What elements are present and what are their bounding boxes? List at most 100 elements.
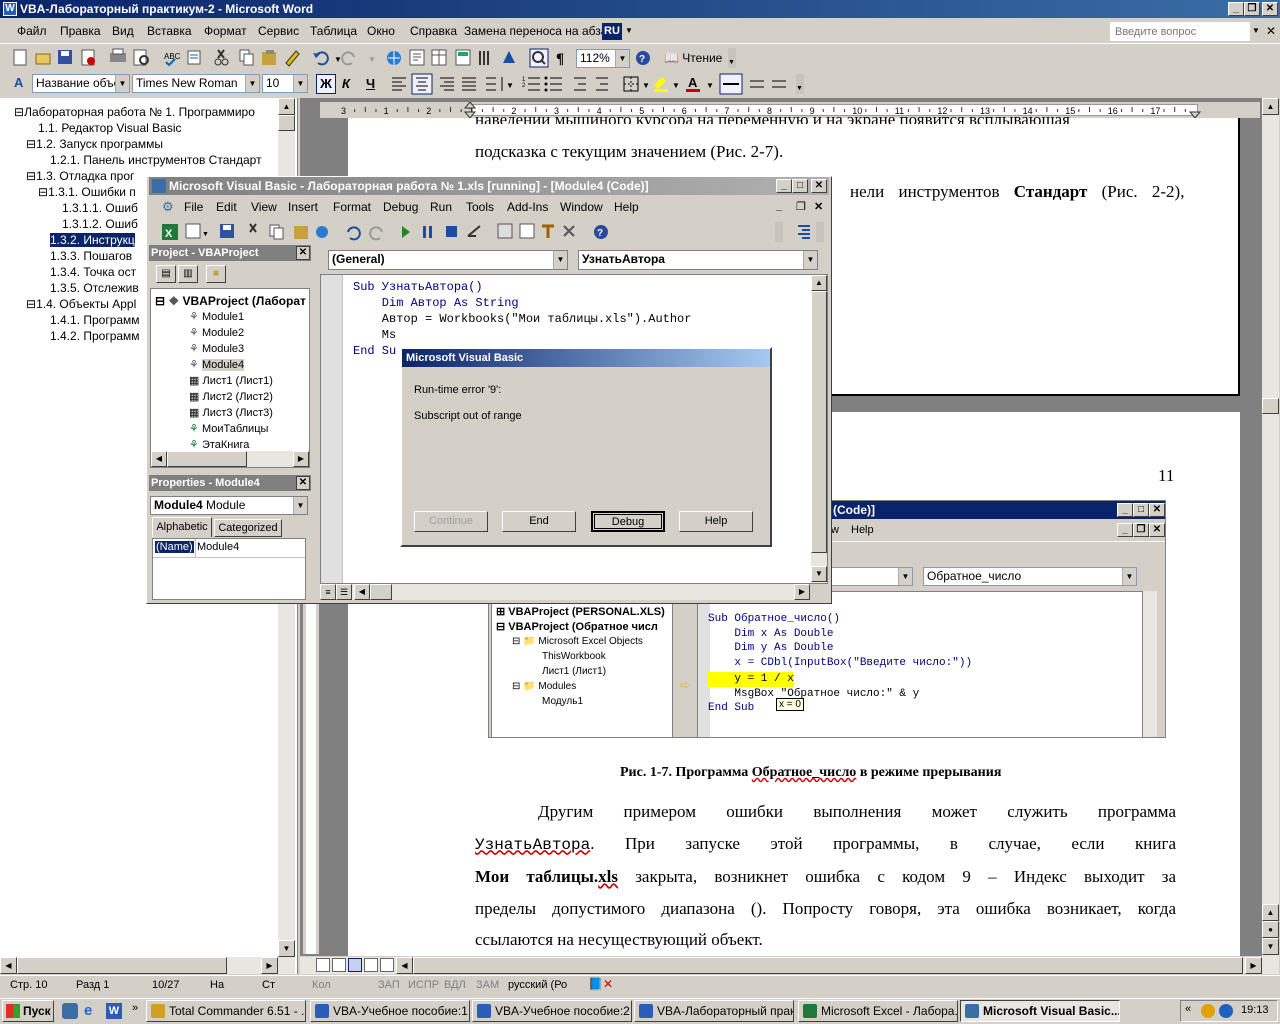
reading-view-button[interactable] (380, 958, 394, 972)
project-tree-item[interactable]: ▦ Лист1 (Лист1) (189, 373, 273, 389)
status-track[interactable]: ИСПР (408, 979, 439, 991)
menu-replace-hyphen[interactable]: Замена переноса на абзац (464, 24, 614, 38)
start-button[interactable]: Пуск (2, 1000, 54, 1022)
reading-mode-button[interactable]: 📖 Чтение (664, 51, 722, 65)
size-dropdown-icon[interactable]: ▼ (293, 75, 307, 92)
vbe-menu-icon[interactable]: ⚙ (162, 199, 174, 215)
vbe-menu-help[interactable]: Help (614, 200, 639, 214)
project-scroll-right[interactable]: ▶ (293, 451, 309, 467)
help-search-input[interactable] (1110, 22, 1250, 41)
help-dropdown-icon[interactable]: ▼ (1252, 26, 1260, 35)
toggle-folders-button[interactable]: ■ (206, 265, 226, 283)
hscroll-thumb-doc[interactable] (413, 957, 1243, 974)
taskbar-item[interactable]: VBA-Учебное пособие:1... (310, 1000, 470, 1022)
prev-page-button[interactable]: ▲ (1262, 904, 1279, 921)
project-tree-root[interactable]: ⊟ ❖ VBAProject (Лаборат (155, 293, 306, 309)
code-hscroll-thumb[interactable] (370, 584, 392, 600)
properties-dropdown-icon[interactable]: ▼ (293, 497, 307, 514)
ie-icon[interactable]: e (84, 1002, 92, 1019)
code-scroll-down[interactable]: ▼ (811, 566, 827, 582)
outline-item[interactable]: 1.3.4. Точка ост (50, 264, 136, 280)
vbe-menu-addins[interactable]: Add-Ins (507, 200, 548, 214)
menu-help[interactable]: Справка (410, 24, 457, 38)
quicklaunch-overflow-icon[interactable]: » (132, 1002, 138, 1014)
code-hscroll[interactable]: ≡ ☰ ◀ ▶ (320, 584, 810, 600)
word-vscroll[interactable]: ▲ ▲ ● ▼ (1262, 98, 1279, 974)
scroll-down-button[interactable]: ▼ (278, 940, 295, 957)
vbe-min-button[interactable]: _ (776, 179, 792, 193)
style-dropdown-icon[interactable]: ▼ (115, 75, 129, 92)
collapse-icon[interactable]: ⊟ (26, 169, 36, 183)
taskbar-item[interactable]: Microsoft Excel - Лабора... (798, 1000, 958, 1022)
code-scroll-up[interactable]: ▲ (811, 275, 827, 291)
prop-name-value[interactable]: Module4 (197, 541, 239, 553)
vbe-menu-insert[interactable]: Insert (288, 200, 318, 214)
procedure-combo[interactable]: УзнатьАвтора ▼ (578, 250, 818, 270)
view-object-button[interactable]: ▥ (178, 265, 198, 283)
minimize-button[interactable]: _ (1228, 2, 1244, 16)
word-hscroll[interactable]: ◀ ▶ (300, 957, 1262, 974)
code-vscroll[interactable]: ▲ ▼ (811, 275, 827, 583)
menu-format[interactable]: Формат (204, 24, 247, 38)
vbe-menu-window[interactable]: Window (560, 200, 603, 214)
outline-item[interactable]: ⊟1.4. Объекты Appl (26, 296, 136, 312)
restore-button[interactable]: ❐ (1244, 2, 1260, 16)
tab-alphabetic[interactable]: Alphabetic (152, 517, 212, 537)
zoom-combo[interactable]: 112% ▼ (576, 49, 630, 68)
menu-tools[interactable]: Сервис (258, 24, 299, 38)
outline-item[interactable]: 1.4.2. Программ (50, 328, 140, 344)
vbe-child-restore-icon[interactable]: ❐ (796, 200, 806, 213)
menu-window[interactable]: Окно (367, 24, 395, 38)
outline-item[interactable]: ⊟1.3.1. Ошибки п (38, 184, 136, 200)
scroll-up-button[interactable]: ▲ (278, 98, 295, 115)
format-toolbar-overflow-icon[interactable]: ▼ (796, 74, 804, 94)
lang-dropdown-icon[interactable]: ▼ (625, 26, 633, 35)
styles-icon[interactable]: A (14, 75, 23, 90)
document-map-hscroll[interactable]: ◀ ▶ (0, 957, 278, 974)
outline-item[interactable]: ⊟1.3. Отладка прог (26, 168, 134, 184)
toolbar-overflow-icon[interactable]: ▼ (728, 48, 736, 68)
vbe-child-min-icon[interactable]: _ (776, 200, 782, 212)
vbe-menu-run[interactable]: Run (430, 200, 452, 214)
menu-edit[interactable]: Правка (60, 24, 101, 38)
code-hscroll-left[interactable]: ◀ (354, 584, 370, 600)
vbe-toolbar[interactable]: X ▼ ? (150, 220, 828, 244)
procedure-dropdown-icon[interactable]: ▼ (803, 251, 817, 269)
normal-view-button[interactable] (316, 958, 330, 972)
lang-badge[interactable]: RU (602, 23, 622, 40)
full-module-view-button[interactable]: ☰ (336, 584, 352, 600)
print-view-button[interactable] (348, 958, 362, 972)
collapse-icon[interactable]: ⊟ (38, 185, 48, 199)
vbe-max-button[interactable]: □ (792, 179, 808, 193)
debug-button[interactable]: Debug (591, 511, 665, 532)
collapse-icon[interactable]: ⊟ (26, 297, 36, 311)
view-code-button[interactable]: ▤ (156, 265, 176, 283)
vbe-menu-debug[interactable]: Debug (383, 200, 418, 214)
tray-expand-icon[interactable]: « (1185, 1003, 1191, 1015)
menu-view[interactable]: Вид (112, 24, 134, 38)
taskbar-item[interactable]: VBA-Лабораторный прак... (634, 1000, 794, 1022)
outline-item[interactable]: 1.3.1.1. Ошиб (62, 200, 138, 216)
project-tree-item[interactable]: ⚘ Module2 (189, 325, 244, 341)
prop-name-label[interactable]: (Name) (155, 541, 194, 553)
menu-insert[interactable]: Вставка (147, 24, 192, 38)
hscroll-right[interactable]: ▶ (1245, 957, 1262, 974)
object-combo[interactable]: (General) ▼ (328, 250, 568, 270)
font-combo[interactable]: Times New Roman ▼ (132, 74, 260, 93)
project-scroll-thumb[interactable] (167, 451, 247, 467)
properties-object-combo[interactable]: Module4 Module ▼ (150, 496, 308, 515)
outline-item[interactable]: 1.4.1. Программ (50, 312, 140, 328)
code-hscroll-right[interactable]: ▶ (794, 584, 810, 600)
object-dropdown-icon[interactable]: ▼ (553, 251, 567, 269)
project-tree-item-selected[interactable]: ⚘ Module4 (189, 357, 245, 373)
hscroll-left-button[interactable]: ◀ (0, 957, 17, 974)
collapse-icon[interactable]: ⊟ (26, 137, 36, 151)
menu-table[interactable]: Таблица (310, 24, 357, 38)
taskbar-item[interactable]: Total Commander 6.51 - ... (146, 1000, 306, 1022)
outline-item[interactable]: 1.3.3. Пошагов (50, 248, 132, 264)
tray-icon[interactable] (1219, 1004, 1233, 1018)
vscroll-up-button[interactable]: ▲ (1262, 98, 1279, 115)
project-tree-item[interactable]: ⚘ МоиТаблицы (189, 421, 268, 437)
outline-item[interactable]: ⊟1.2. Запуск программы (26, 136, 163, 152)
collapse-icon[interactable]: ⊟ (14, 105, 24, 119)
